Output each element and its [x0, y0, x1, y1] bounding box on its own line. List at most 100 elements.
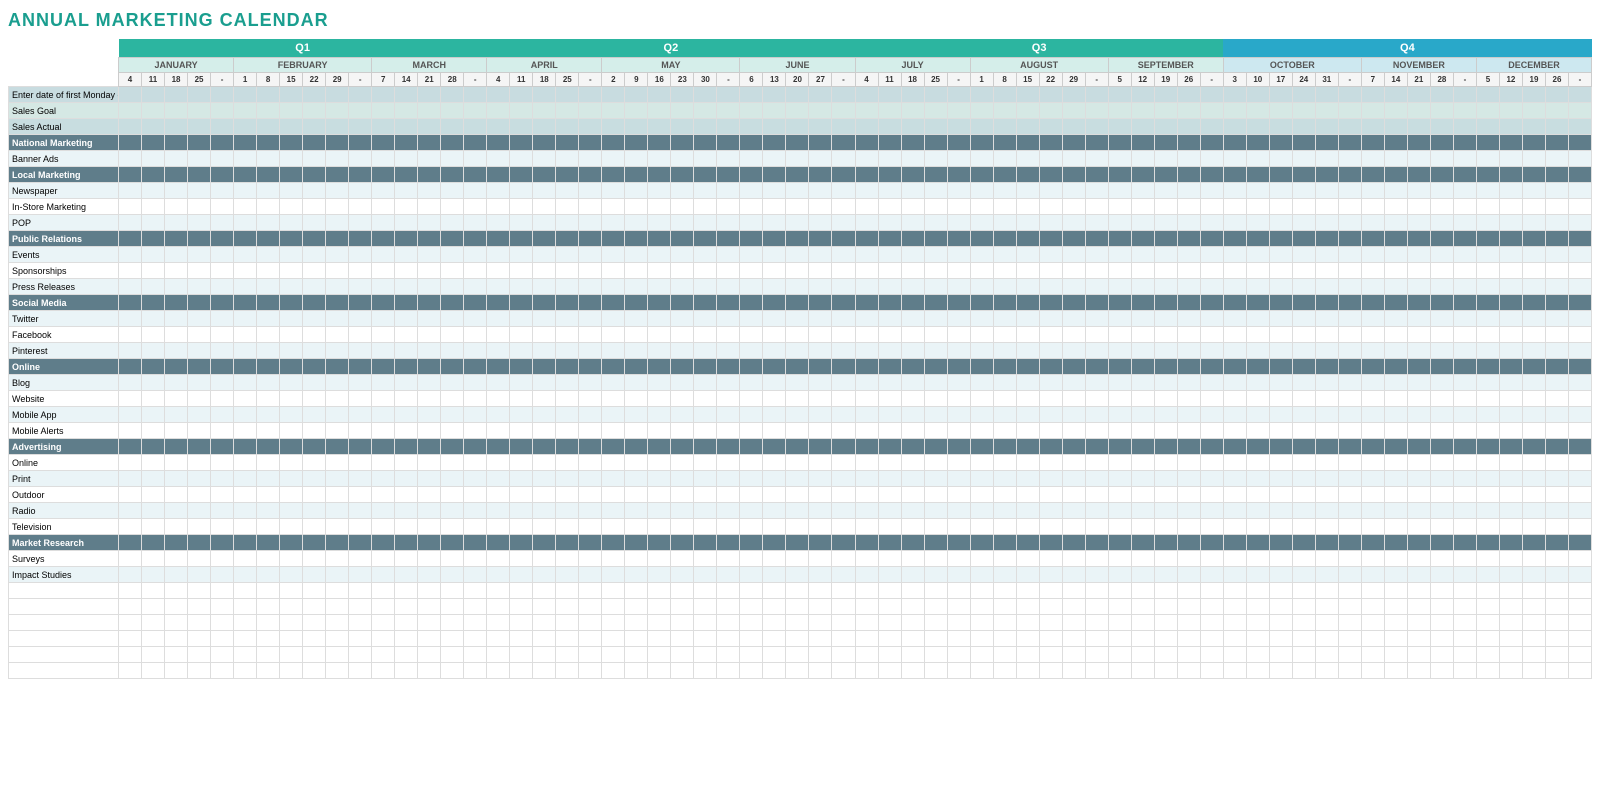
data-cell[interactable] [832, 615, 855, 631]
data-cell[interactable] [1499, 407, 1522, 423]
data-cell[interactable] [763, 519, 786, 535]
data-cell[interactable] [694, 247, 717, 263]
data-cell[interactable] [1016, 631, 1039, 647]
data-cell[interactable] [1177, 119, 1200, 135]
data-cell[interactable] [625, 343, 648, 359]
data-cell[interactable] [855, 487, 878, 503]
data-cell[interactable] [418, 391, 441, 407]
data-cell[interactable] [395, 119, 418, 135]
data-cell[interactable] [395, 519, 418, 535]
data-cell[interactable] [1361, 567, 1384, 583]
data-cell[interactable] [1545, 583, 1568, 599]
data-cell[interactable] [1453, 519, 1476, 535]
data-cell[interactable] [1200, 503, 1223, 519]
data-cell[interactable] [211, 183, 234, 199]
data-cell[interactable] [1085, 343, 1108, 359]
data-cell[interactable] [1246, 423, 1269, 439]
data-cell[interactable] [1062, 487, 1085, 503]
data-cell[interactable] [1131, 103, 1154, 119]
data-cell[interactable] [1453, 279, 1476, 295]
data-cell[interactable] [648, 327, 671, 343]
data-cell[interactable] [1430, 663, 1453, 679]
data-cell[interactable] [1476, 263, 1499, 279]
data-cell[interactable] [1062, 471, 1085, 487]
data-cell[interactable] [395, 663, 418, 679]
data-cell[interactable] [901, 423, 924, 439]
data-cell[interactable] [763, 215, 786, 231]
data-cell[interactable] [717, 599, 740, 615]
data-cell[interactable] [1453, 567, 1476, 583]
data-cell[interactable] [1315, 599, 1338, 615]
data-cell[interactable] [763, 615, 786, 631]
data-cell[interactable] [441, 183, 464, 199]
data-cell[interactable] [1154, 119, 1177, 135]
data-cell[interactable] [1039, 615, 1062, 631]
data-cell[interactable] [487, 247, 510, 263]
data-cell[interactable] [786, 647, 809, 663]
data-cell[interactable] [1499, 503, 1522, 519]
data-cell[interactable] [510, 583, 533, 599]
data-cell[interactable] [763, 327, 786, 343]
data-cell[interactable] [671, 487, 694, 503]
data-cell[interactable] [1154, 407, 1177, 423]
data-cell[interactable] [763, 567, 786, 583]
data-cell[interactable] [1545, 215, 1568, 231]
data-cell[interactable] [303, 647, 326, 663]
data-cell[interactable] [855, 343, 878, 359]
data-cell[interactable] [303, 119, 326, 135]
data-cell[interactable] [970, 551, 993, 567]
data-cell[interactable] [763, 151, 786, 167]
data-cell[interactable] [1131, 663, 1154, 679]
data-cell[interactable] [188, 103, 211, 119]
data-cell[interactable] [1177, 471, 1200, 487]
data-cell[interactable] [234, 647, 257, 663]
data-cell[interactable] [763, 631, 786, 647]
data-cell[interactable] [1453, 103, 1476, 119]
data-cell[interactable] [441, 311, 464, 327]
data-cell[interactable] [1499, 647, 1522, 663]
data-cell[interactable] [441, 327, 464, 343]
data-cell[interactable] [1246, 375, 1269, 391]
data-cell[interactable] [1361, 423, 1384, 439]
data-cell[interactable] [740, 119, 763, 135]
data-cell[interactable] [142, 247, 165, 263]
data-cell[interactable] [372, 327, 395, 343]
data-cell[interactable] [119, 423, 142, 439]
data-cell[interactable] [1108, 151, 1131, 167]
data-cell[interactable] [1177, 391, 1200, 407]
data-cell[interactable] [1016, 407, 1039, 423]
data-cell[interactable] [1177, 503, 1200, 519]
data-cell[interactable] [441, 263, 464, 279]
data-cell[interactable] [1108, 551, 1131, 567]
data-cell[interactable] [1039, 487, 1062, 503]
data-cell[interactable] [556, 615, 579, 631]
data-cell[interactable] [694, 215, 717, 231]
data-cell[interactable] [418, 327, 441, 343]
data-cell[interactable] [1430, 471, 1453, 487]
data-cell[interactable] [1522, 199, 1545, 215]
data-cell[interactable] [211, 503, 234, 519]
data-cell[interactable] [1131, 151, 1154, 167]
data-cell[interactable] [717, 183, 740, 199]
data-cell[interactable] [1108, 343, 1131, 359]
data-cell[interactable] [1016, 343, 1039, 359]
data-cell[interactable] [1361, 663, 1384, 679]
data-cell[interactable] [1453, 455, 1476, 471]
data-cell[interactable] [280, 423, 303, 439]
data-cell[interactable] [1430, 423, 1453, 439]
data-cell[interactable] [1085, 247, 1108, 263]
data-cell[interactable] [1223, 455, 1246, 471]
data-cell[interactable] [1154, 375, 1177, 391]
data-cell[interactable] [1476, 615, 1499, 631]
data-cell[interactable] [1062, 663, 1085, 679]
data-cell[interactable] [303, 391, 326, 407]
data-cell[interactable] [694, 103, 717, 119]
data-cell[interactable] [533, 647, 556, 663]
data-cell[interactable] [395, 551, 418, 567]
data-cell[interactable] [855, 263, 878, 279]
data-cell[interactable] [717, 615, 740, 631]
data-cell[interactable] [395, 343, 418, 359]
data-cell[interactable] [740, 375, 763, 391]
data-cell[interactable] [1016, 199, 1039, 215]
data-cell[interactable] [372, 599, 395, 615]
